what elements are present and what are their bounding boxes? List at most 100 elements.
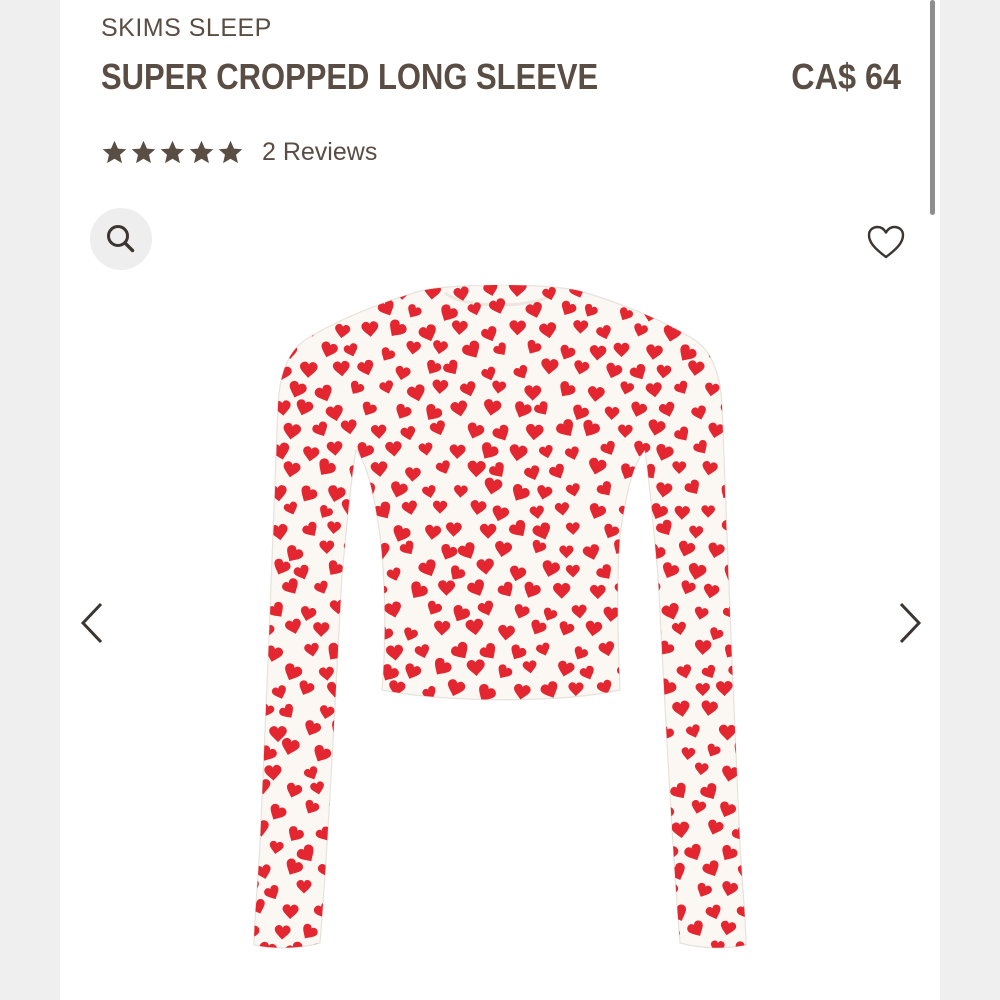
heart-print-motif (612, 701, 632, 721)
heart-print-motif (436, 819, 455, 836)
favorite-button[interactable] (862, 220, 910, 264)
heart-print-motif (481, 880, 500, 898)
heart-print-motif (484, 927, 500, 942)
heart-print-motif (456, 739, 479, 761)
heart-print-motif (601, 842, 619, 859)
heart-print-motif (254, 544, 269, 559)
heart-print-motif (602, 285, 621, 296)
heart-print-motif (461, 821, 480, 838)
heart-print-motif (528, 863, 544, 878)
heart-print-motif (254, 585, 268, 600)
heart-print-motif (710, 940, 726, 948)
heart-print-motif (540, 763, 561, 783)
heart-print-motif (733, 537, 746, 559)
heart-print-motif (347, 739, 366, 757)
heart-print-motif (631, 599, 650, 617)
product-price: CA$ 64 (791, 56, 901, 97)
heart-print-motif (414, 840, 433, 858)
heart-print-motif (341, 581, 364, 603)
chevron-left-icon (80, 602, 103, 644)
heart-print-motif (345, 941, 367, 948)
heart-print-motif (272, 321, 291, 339)
brand-name: SKIMS SLEEP (101, 14, 272, 42)
heart-print-motif (402, 858, 422, 878)
heart-print-motif (489, 819, 508, 838)
heart-print-motif (254, 725, 256, 744)
heart-print-motif (430, 905, 447, 922)
heart-print-motif (748, 803, 760, 819)
heart-print-motif (685, 285, 706, 301)
heart-print-motif (359, 761, 381, 782)
heart-print-motif (343, 782, 362, 800)
heart-print-motif (370, 938, 394, 948)
heart-print-motif (254, 839, 258, 858)
heart-print-motif (595, 881, 616, 901)
heart-print-motif (571, 725, 590, 743)
reviews-link[interactable]: 2 Reviews (262, 138, 377, 167)
heart-print-motif (565, 799, 590, 823)
heart-print-motif (332, 766, 350, 782)
heart-print-motif (573, 920, 593, 939)
heart-print-motif (734, 699, 746, 720)
heart-print-motif (538, 884, 557, 902)
heart-print-motif (584, 739, 604, 758)
heart-print-motif (332, 285, 351, 298)
heart-print-motif (633, 565, 652, 582)
heart-print-motif (403, 782, 424, 801)
star-rating (101, 139, 244, 166)
heart-print-motif (360, 924, 382, 946)
heart-print-motif (731, 379, 746, 397)
heart-print-motif (254, 481, 258, 499)
heart-print-motif (631, 678, 652, 698)
heart-print-motif (507, 758, 528, 779)
heart-print-motif (377, 740, 397, 758)
heart-print-motif (387, 804, 405, 821)
heart-print-motif (623, 524, 643, 542)
heart-print-motif (658, 285, 676, 297)
heart-print-motif (354, 684, 373, 703)
heart-print-motif (580, 901, 602, 922)
rating-row[interactable]: 2 Reviews (101, 135, 377, 169)
zoom-search-button[interactable] (90, 208, 152, 270)
previous-image-button[interactable] (72, 598, 112, 648)
heart-print-motif (356, 718, 379, 741)
heart-print-motif (254, 520, 263, 542)
heart-print-motif (254, 559, 257, 580)
heart-print-motif (433, 783, 455, 804)
heart-print-motif (673, 301, 689, 316)
heart-print-motif (254, 640, 256, 661)
heart-print-motif (383, 760, 404, 780)
heart-print-motif (640, 740, 662, 761)
heart-print-motif (637, 822, 658, 841)
heart-print-motif (515, 735, 540, 759)
heart-print-motif (749, 603, 760, 620)
heart-print-motif (498, 698, 521, 721)
heart-print-motif (509, 878, 531, 898)
heart-print-motif (439, 704, 459, 724)
heart-print-motif (587, 943, 608, 948)
heart-print-motif (361, 565, 377, 579)
heart-print-motif (431, 944, 452, 948)
heart-print-motif (568, 880, 585, 896)
heart-print-motif (693, 317, 713, 336)
heart-print-motif (362, 601, 382, 620)
heart-print-motif (556, 743, 572, 758)
heart-print-motif (616, 737, 639, 758)
heart-print-motif (420, 884, 438, 900)
heart-print-motif (339, 900, 358, 918)
scrollbar[interactable] (930, 0, 935, 215)
heart-print-motif (743, 318, 746, 338)
heart-print-motif (240, 285, 252, 303)
next-image-button[interactable] (890, 598, 930, 648)
heart-print-motif (413, 920, 434, 940)
heart-print-motif (317, 305, 336, 323)
heart-print-motif (734, 298, 746, 317)
heart-print-motif (385, 719, 406, 740)
heart-print-motif (754, 484, 760, 499)
heart-print-motif (492, 737, 515, 758)
heart-print-motif (254, 345, 273, 364)
heart-print-motif (646, 865, 665, 884)
heart-print-motif (725, 443, 741, 458)
heart-print-motif (254, 682, 257, 704)
star-icon (102, 140, 127, 163)
